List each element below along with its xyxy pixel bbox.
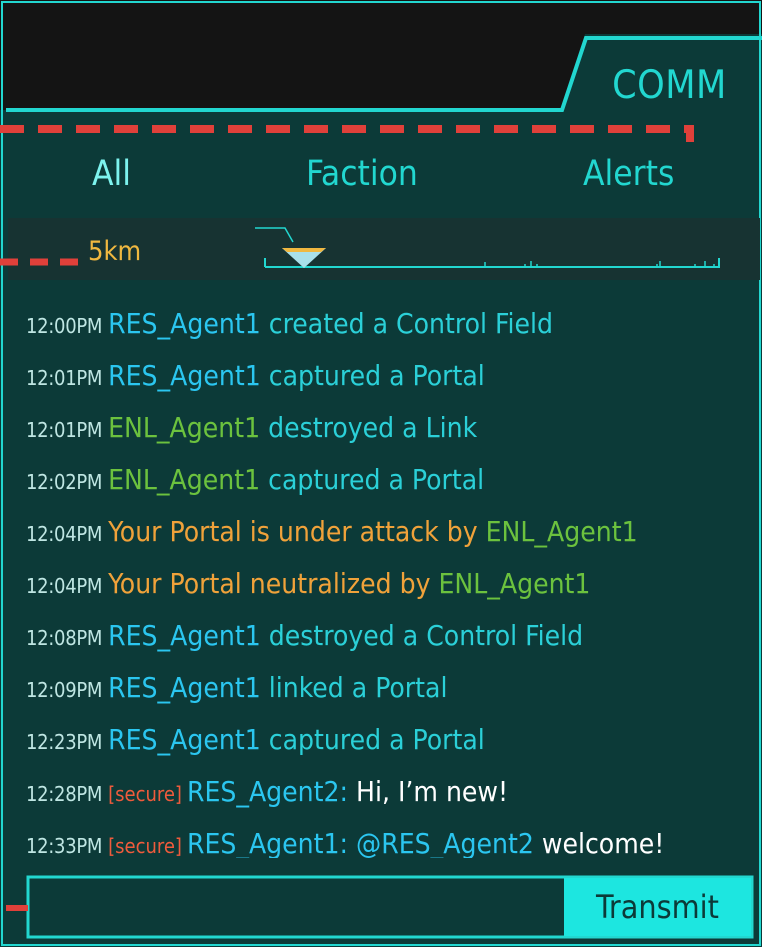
alert-text: Your Portal is under attack by [108, 515, 478, 548]
message-time: 12:09PM [26, 678, 103, 702]
chat-message: 12:00PM RES_Agent1 created a Control Fiel… [26, 298, 756, 350]
message-text: captured a Portal [268, 723, 485, 756]
message-text: Hi, I’m new! [356, 775, 509, 808]
transmit-button[interactable]: Transmit [564, 878, 751, 936]
message-time: 12:04PM [26, 574, 103, 598]
message-time: 12:00PM [26, 314, 103, 338]
chat-message: 12:23PM RES_Agent1 captured a Portal [26, 714, 756, 766]
range-bracket [255, 227, 294, 243]
agent-name[interactable]: RES_Agent1 [108, 307, 261, 340]
tutorial-marker-header [0, 125, 694, 142]
chat-message: 12:08PM RES_Agent1 destroyed a Control Fi… [26, 610, 756, 662]
agent-name[interactable]: ENL_Agent1 [108, 463, 260, 496]
tab-faction[interactable]: Faction [306, 146, 418, 202]
chat-message: 12:02PM ENL_Agent1 captured a Portal [26, 454, 756, 506]
message-time: 12:08PM [26, 626, 103, 650]
agent-mention[interactable]: @RES_Agent2 [356, 827, 534, 858]
message-text: captured a Portal [268, 463, 485, 496]
panel-title: COMM [612, 63, 727, 108]
message-text: destroyed a Control Field [268, 619, 584, 652]
chat-message: 12:04PM Your Portal is under attack by EN… [26, 506, 756, 558]
agent-name[interactable]: ENL_Agent1 [486, 515, 638, 548]
agent-name[interactable]: RES_Agent2: [187, 775, 348, 808]
agent-name[interactable]: RES_Agent1 [108, 723, 261, 756]
chat-message: 12:04PM Your Portal neutralized by ENL_Ag… [26, 558, 756, 610]
agent-name[interactable]: ENL_Agent1 [108, 411, 260, 444]
message-text: captured a Portal [268, 359, 485, 392]
chat-message: 12:09PM RES_Agent1 linked a Portal [26, 662, 756, 714]
message-text: welcome! [541, 827, 665, 858]
message-time: 12:01PM [26, 366, 103, 390]
message-time: 12:02PM [26, 470, 103, 494]
message-input[interactable] [30, 879, 561, 935]
message-text: destroyed a Link [268, 411, 478, 444]
tab-alerts[interactable]: Alerts [583, 146, 674, 202]
comm-panel: COMM All Faction Alerts 5km 12:00PM RES_A… [0, 0, 762, 947]
message-time: 12:04PM [26, 522, 103, 546]
chat-message: 12:28PM [secure] RES_Agent2: Hi, I’m new! [26, 766, 756, 818]
agent-name[interactable]: RES_Agent1 [108, 619, 261, 652]
message-text: created a Control Field [268, 307, 553, 340]
range-label: 5km [88, 236, 142, 267]
message-text: linked a Portal [268, 671, 448, 704]
chat-message: 12:33PM [secure] RES_Agent1: @RES_Agent2 w… [26, 818, 756, 858]
chat-message: 12:01PM ENL_Agent1 destroyed a Link [26, 402, 756, 454]
range-slider[interactable] [255, 220, 725, 280]
secure-tag: [secure] [108, 834, 182, 858]
chat-log: 12:00PM RES_Agent1 created a Control Fiel… [26, 298, 756, 858]
message-time: 12:33PM [26, 834, 103, 858]
agent-name[interactable]: RES_Agent1 [108, 359, 261, 392]
agent-name[interactable]: RES_Agent1: [187, 827, 348, 858]
secure-tag: [secure] [108, 782, 182, 806]
chat-message: 12:01PM RES_Agent1 captured a Portal [26, 350, 756, 402]
alert-text: Your Portal neutralized by [108, 567, 431, 600]
message-time: 12:23PM [26, 730, 103, 754]
agent-name[interactable]: RES_Agent1 [108, 671, 261, 704]
tab-all[interactable]: All [92, 146, 131, 202]
message-time: 12:28PM [26, 782, 103, 806]
agent-name[interactable]: ENL_Agent1 [438, 567, 590, 600]
message-time: 12:01PM [26, 418, 103, 442]
